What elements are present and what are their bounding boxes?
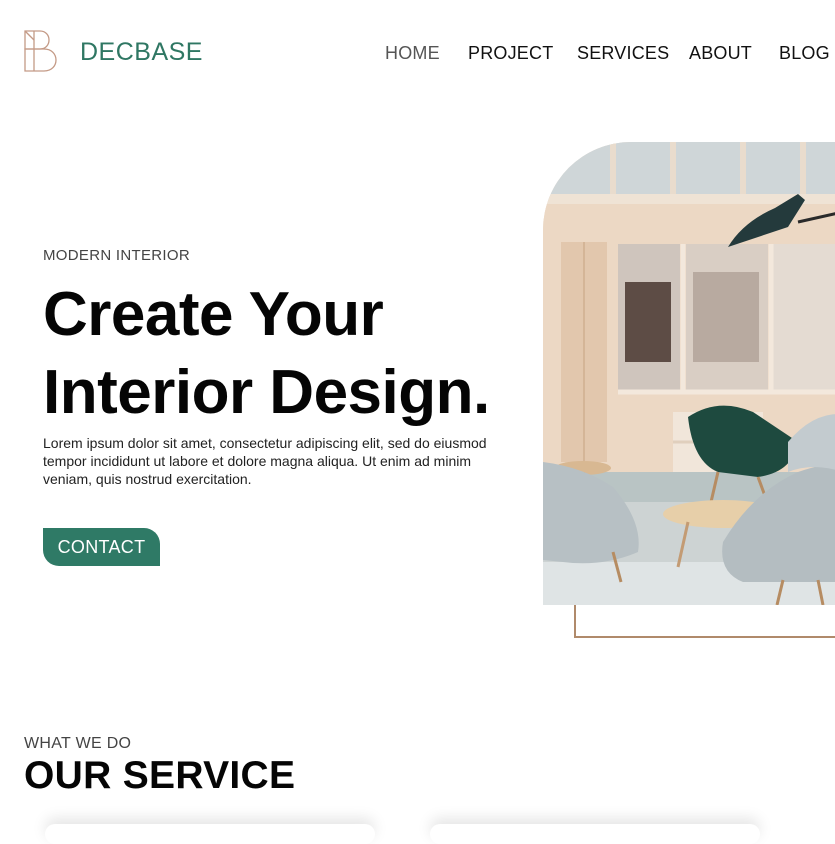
service-card[interactable] [45,824,375,844]
decbase-b-logo-icon[interactable] [22,27,66,75]
interior-photo-illustration [543,142,835,605]
hero-headline-line-1: Create Your [43,280,384,349]
contact-button[interactable]: CONTACT [43,528,160,566]
nav-home[interactable]: HOME [385,43,440,64]
nav-project[interactable]: PROJECT [468,43,553,64]
hero-description: Lorem ipsum dolor sit amet, consectetur … [43,435,487,487]
services-title: OUR SERVICE [24,754,296,797]
service-card[interactable] [430,824,760,844]
hero-interior-photo [543,142,835,605]
hero-eyebrow: MODERN INTERIOR [43,247,190,264]
services-eyebrow: WHAT WE DO [24,735,132,752]
hero-headline-line-2: Interior Design. [43,358,490,427]
brand-name[interactable]: DECBASE [80,38,203,67]
nav-services[interactable]: SERVICES [577,43,669,64]
site-header: DECBASE HOME PROJECT SERVICES ABOUT BLOG [0,0,835,105]
nav-about[interactable]: ABOUT [689,43,752,64]
nav-blog[interactable]: BLOG [779,43,830,64]
hero-headline: Create Your Interior Design. [43,276,490,432]
